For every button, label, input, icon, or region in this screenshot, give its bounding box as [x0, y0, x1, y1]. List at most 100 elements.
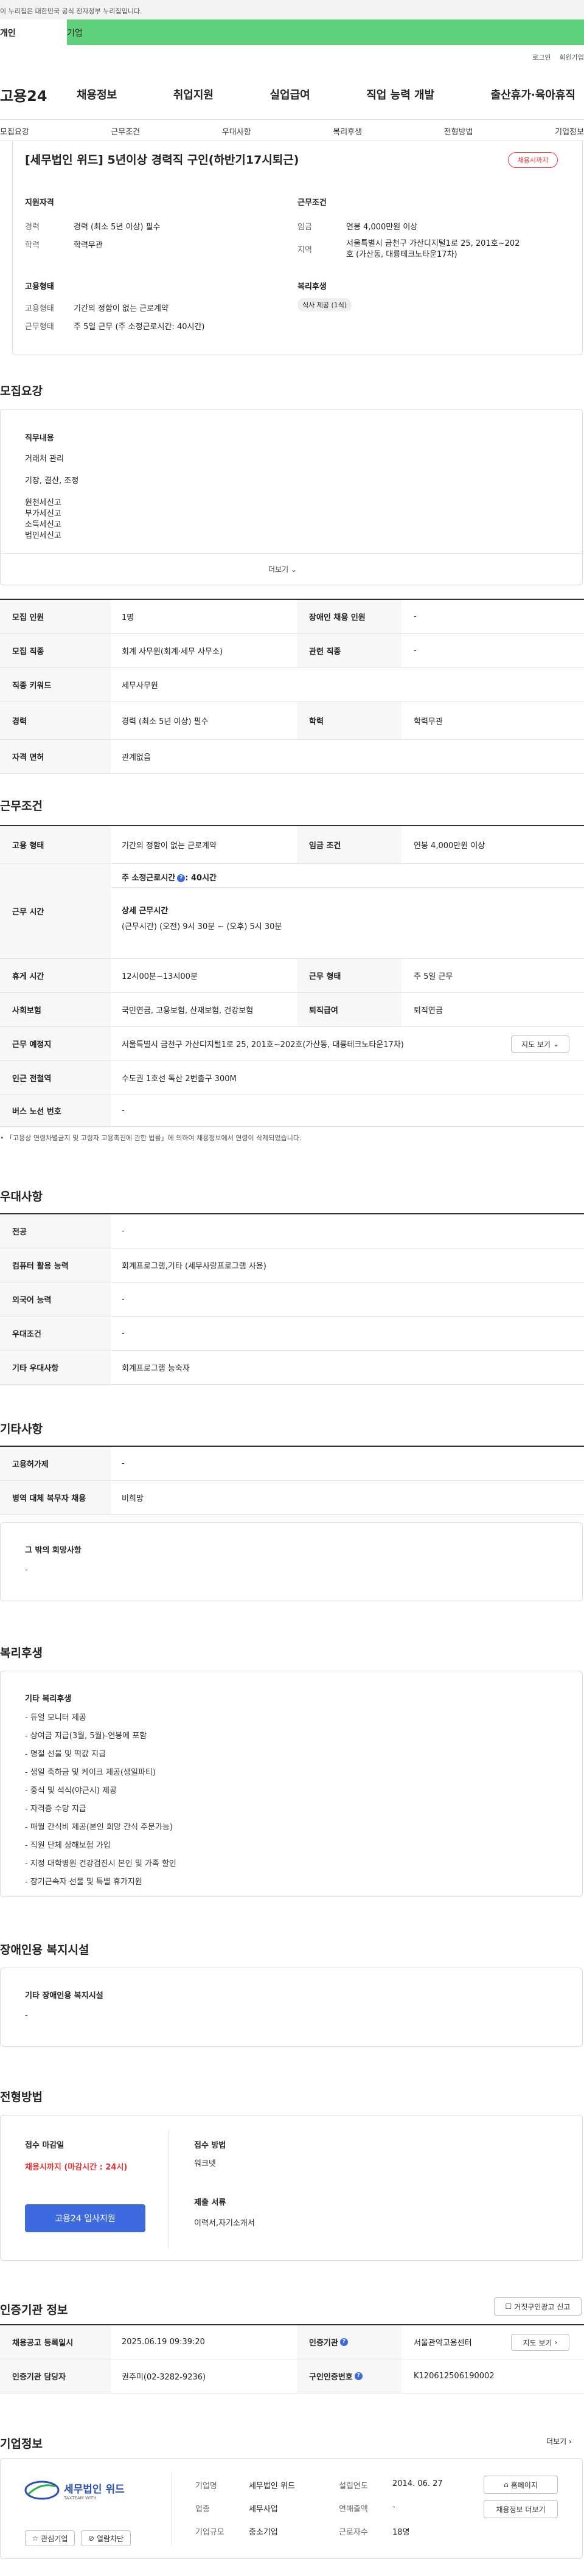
company-more-label: 더보기: [546, 2437, 567, 2446]
qual-value-career: 경력 (최소 5년 이상) 필수: [74, 223, 161, 232]
th-cell: 외국어 능력: [0, 1283, 111, 1316]
gnb-item-unemployment[interactable]: 실업급여: [270, 86, 310, 102]
tab-corp[interactable]: 기업: [67, 19, 584, 45]
member-type-tabs: 개인 기업: [0, 19, 584, 45]
table-row: 인증기관 담당자 권주미(02-3282-9236) 구인인증번호? K1206…: [0, 2359, 584, 2393]
duty-more-label: 더보기: [268, 565, 289, 574]
block-button[interactable]: ⊘ 열람차단: [81, 2530, 131, 2546]
th-cell: 구인인증번호?: [297, 2359, 401, 2393]
td-cell: 국민연금, 고용보험, 산재보험, 건강보험: [122, 1006, 254, 1015]
homepage-button[interactable]: ⌂ 홈페이지: [484, 2476, 558, 2494]
emp-value-type: 기간의 정함이 없는 근로계약: [74, 304, 169, 313]
td-cell: 세무사무원: [122, 681, 158, 691]
disabled-sub: 기타 장애인용 복지시설: [25, 1991, 103, 2000]
td-cell: 퇴직연금: [414, 1006, 443, 1015]
company-field-label: 기업규모: [195, 2528, 224, 2537]
chevron-right-icon: ›: [554, 2338, 558, 2347]
td-cell: -: [122, 1329, 125, 1338]
th-cell: 근무 시간: [0, 864, 111, 958]
anchor-pref[interactable]: 우대사항: [222, 125, 251, 141]
company-logo-sub: TAXTEAM WITH: [64, 2495, 97, 2501]
td-cell: 서울특별시 금천구 가산디지털1로 25, 201호~202호(가산동, 대륭테…: [122, 1040, 404, 1050]
block-label: 열람차단: [96, 2534, 124, 2543]
week-hours-value: : 40시간: [185, 874, 217, 883]
anchor-apply[interactable]: 전형방법: [444, 125, 473, 141]
help-icon[interactable]: ?: [177, 874, 186, 882]
td-cell: -: [414, 646, 417, 655]
help-icon[interactable]: ?: [354, 2372, 363, 2380]
gnb-item-employment-support[interactable]: 취업지원: [173, 86, 214, 102]
star-icon: ☆: [32, 2534, 39, 2543]
gnb-item-training[interactable]: 직업 능력 개발: [366, 86, 434, 102]
gnb-items: 채용정보 취업지원 실업급여 직업 능력 개발 출산휴가·육아휴직: [77, 86, 575, 102]
deadline-badge: 채용시까지: [508, 152, 558, 168]
join-link[interactable]: 회원가입: [560, 52, 584, 62]
duty-card: 직무내용 거래처 관리 기장, 결산, 조정 원천세신고 부가세신고 소득세신고…: [0, 409, 583, 585]
report-button[interactable]: ☐ 거짓구인광고 신고: [494, 2297, 582, 2316]
table-row: 근무 시간 주 소정근로시간?: 40시간 상세 근무시간 (근무시간) (오전…: [0, 864, 584, 959]
map-button[interactable]: 지도 보기 ⌄: [511, 1036, 569, 1053]
duty-item: 원천세신고: [25, 498, 61, 507]
welfare-chip: 식사 제공 (1식): [297, 298, 352, 312]
duty-title: 직무내용: [25, 434, 54, 443]
docs-value: 이력서,자기소개서: [194, 2219, 255, 2228]
th-cell: 기타 우대사항: [0, 1351, 111, 1384]
th-cell: 모집 인원: [0, 600, 111, 633]
site-logo[interactable]: 고용24: [0, 84, 67, 105]
help-icon[interactable]: ?: [339, 2338, 348, 2346]
th-cell: 근무 예정지: [0, 1027, 111, 1060]
apply-button[interactable]: 고용24 입사지원: [25, 2204, 145, 2232]
anchor-recruit[interactable]: 모집요강: [0, 125, 29, 141]
apply-card: 접수 마감일 채용시까지 (마감시간 : 24시) 고용24 입사지원 접수 방…: [0, 2115, 583, 2261]
th-cell: 장애인 채용 인원: [297, 600, 401, 633]
qual-label-edu: 학력: [25, 241, 40, 250]
login-link[interactable]: 로그인: [532, 52, 551, 62]
favorite-button[interactable]: ☆ 관심기업: [25, 2530, 75, 2546]
company-field-value: -: [392, 2502, 395, 2512]
emp-title: 고용형태: [25, 282, 54, 291]
company-field-value: 세무사업: [249, 2505, 278, 2514]
table-row: 사회보험 국민연금, 고용보험, 산재보험, 건강보험 퇴직급여 퇴직연금: [0, 993, 584, 1027]
duty-more-button[interactable]: 더보기 ⌄: [268, 564, 297, 574]
td-cell: 권주미(02-3282-9236): [122, 2373, 206, 2382]
wish-value: -: [25, 1565, 28, 1575]
pref-section-title: 우대사항: [0, 1190, 43, 1203]
td-cell: 2025.06.19 09:39:20: [122, 2338, 205, 2347]
agency-map-button[interactable]: 지도 보기 ›: [511, 2334, 569, 2351]
table-row: 인근 전철역 수도권 1호선 독산 2번출구 300M: [0, 1061, 584, 1095]
table-row: 휴게 시간 12시00분~13시00분 근무 형태 주 5일 근무: [0, 959, 584, 993]
company-field-value: 2014. 06. 27: [392, 2479, 443, 2488]
apply-section-title: 전형방법: [0, 2090, 43, 2104]
home-icon: ⌂: [504, 2480, 509, 2489]
th-cell: 버스 노선 번호: [0, 1095, 111, 1126]
anchor-company[interactable]: 기업정보: [555, 125, 584, 141]
anchor-welfare[interactable]: 복리후생: [333, 125, 362, 141]
report-button-label: 거짓구인광고 신고: [514, 2302, 571, 2311]
td-cell: 연봉 4,000만원 이상: [414, 841, 485, 851]
section-anchor-nav: 모집요강 근무조건 우대사항 복리후생 전형방법 기업정보: [0, 119, 584, 141]
welfare-section-title: 복리후생: [0, 1646, 43, 1660]
gnb-item-leave[interactable]: 출산휴가·육아휴직: [491, 86, 575, 102]
list-item: - 직원 단체 상해보험 가입: [25, 1841, 111, 1850]
anchor-work[interactable]: 근무조건: [111, 125, 140, 141]
th-cell: 경력: [0, 702, 111, 739]
gnb-item-jobs[interactable]: 채용정보: [77, 86, 117, 102]
chevron-down-icon: ⌄: [552, 1040, 560, 1048]
recruit-section-title: 모집요강: [0, 385, 43, 398]
gov-notice-bar: 이 누리집은 대한민국 공식 전자정부 누리집입니다.: [0, 0, 584, 19]
td-cell: 1명: [122, 613, 134, 622]
th-cell: 병역 대체 복무자 채용: [0, 1481, 111, 1514]
company-jobs-button[interactable]: 채용정보 더보기: [484, 2500, 558, 2518]
table-row: 직종 키워드 세무사무원: [0, 668, 584, 702]
td-cell: 회계프로그램 능숙자: [122, 1364, 190, 1373]
qual-label-career: 경력: [25, 223, 40, 232]
list-item: - 생일 축하금 및 케이크 제공(생일파티): [25, 1768, 156, 1777]
company-field-value: 18명: [392, 2528, 410, 2537]
company-more-link[interactable]: 더보기 ›: [546, 2436, 572, 2446]
th-cell: 사회보험: [0, 993, 111, 1026]
table-row: 외국어 능력 -: [0, 1283, 584, 1317]
tab-person[interactable]: 개인: [0, 19, 67, 45]
td-cell: 비희망: [122, 1494, 144, 1503]
th-cell: 근무 형태: [297, 959, 401, 992]
th-cell: 우대조건: [0, 1317, 111, 1350]
